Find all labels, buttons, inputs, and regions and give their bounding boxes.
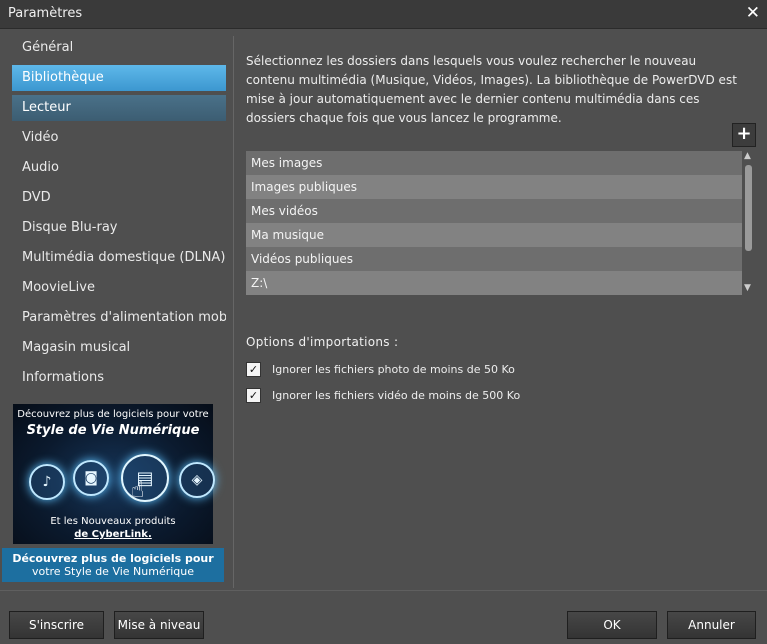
scroll-up-icon[interactable]: ▲ xyxy=(744,151,751,161)
sidebar-item-library[interactable]: Bibliothèque xyxy=(12,65,226,91)
scroll-down-icon[interactable]: ▼ xyxy=(744,283,751,293)
option-ignore-videos: ✓ Ignorer les fichiers vidéo de moins de… xyxy=(246,388,520,403)
cancel-button[interactable]: Annuler xyxy=(667,611,756,639)
sidebar-item-information[interactable]: Informations xyxy=(12,365,226,391)
camera-icon: ◙ xyxy=(73,460,109,496)
promo-caption-line1: Découvrez plus de logiciels pour xyxy=(12,552,214,565)
sidebar-item-video[interactable]: Vidéo xyxy=(12,125,226,151)
dialog-footer: S'inscrire Mise à niveau OK Annuler xyxy=(0,590,767,644)
folder-list-item[interactable]: Mes images xyxy=(246,151,742,175)
ignore-videos-checkbox[interactable]: ✓ xyxy=(246,388,261,403)
pointer-hand-icon: ☝ xyxy=(131,478,145,503)
ignore-photos-checkbox[interactable]: ✓ xyxy=(246,362,261,377)
sidebar-item-dlna[interactable]: Multimédia domestique (DLNA) xyxy=(12,245,226,271)
folder-list-item[interactable]: Images publiques xyxy=(246,175,742,199)
promo-icons: ♪ ◙ ▤ ◈ xyxy=(27,454,215,504)
promo-banner[interactable]: Découvrez plus de logiciels pour votre S… xyxy=(13,404,215,544)
promo-caption[interactable]: Découvrez plus de logiciels pour votre S… xyxy=(2,548,224,582)
promo-caption-line2: votre Style de Vie Numérique xyxy=(31,565,195,578)
sidebar-item-power-settings[interactable]: Paramètres d'alimentation mobi xyxy=(12,305,226,331)
folder-list-item[interactable]: Z:\ xyxy=(246,271,742,295)
film-reel-icon: ◈ xyxy=(179,462,215,498)
register-button[interactable]: S'inscrire xyxy=(9,611,104,639)
sidebar-item-audio[interactable]: Audio xyxy=(12,155,226,181)
library-panel: Sélectionnez les dossiers dans lesquels … xyxy=(233,36,759,588)
option-ignore-photos: ✓ Ignorer les fichiers photo de moins de… xyxy=(246,362,515,377)
library-description: Sélectionnez les dossiers dans lesquels … xyxy=(246,54,737,125)
promo-top-text: Découvrez plus de logiciels pour votre xyxy=(17,409,209,420)
folder-list-item[interactable]: Mes vidéos xyxy=(246,199,742,223)
title-bar: Paramètres ✕ xyxy=(0,0,767,29)
folder-list-item[interactable]: Ma musique xyxy=(246,223,742,247)
folder-list-scrollbar[interactable]: ▲ ▼ xyxy=(743,151,754,295)
ignore-photos-label: Ignorer les fichiers photo de moins de 5… xyxy=(272,363,515,376)
sidebar-item-bluray[interactable]: Disque Blu-ray xyxy=(12,215,226,241)
sidebar: Général Bibliothèque Lecteur Vidéo Audio… xyxy=(12,35,226,395)
import-options-title: Options d'importations : xyxy=(246,335,399,349)
ok-button[interactable]: OK xyxy=(567,611,657,639)
promo-headline: Style de Vie Numérique xyxy=(26,423,200,438)
ignore-videos-label: Ignorer les fichiers vidéo de moins de 5… xyxy=(272,389,521,402)
promo-brand-text: de CyberLink. xyxy=(74,529,152,540)
promo-bottom-text: Et les Nouveaux produits xyxy=(50,516,176,527)
folder-list-item[interactable]: Vidéos publiques xyxy=(246,247,742,271)
sidebar-item-music-store[interactable]: Magasin musical xyxy=(12,335,226,361)
clapperboard-icon: ▤ xyxy=(121,454,169,502)
folder-list: Mes images Images publiques Mes vidéos M… xyxy=(246,151,742,295)
music-note-icon: ♪ xyxy=(29,464,65,500)
sidebar-item-moovielive[interactable]: MoovieLive xyxy=(12,275,226,301)
sidebar-item-player[interactable]: Lecteur xyxy=(12,95,226,121)
upgrade-button[interactable]: Mise à niveau xyxy=(114,611,204,639)
close-icon[interactable]: ✕ xyxy=(746,3,760,23)
sidebar-item-dvd[interactable]: DVD xyxy=(12,185,226,211)
scrollbar-thumb[interactable] xyxy=(745,165,752,251)
sidebar-item-general[interactable]: Général xyxy=(12,35,226,61)
add-folder-button[interactable]: + xyxy=(732,123,756,147)
window-title: Paramètres xyxy=(8,6,83,21)
